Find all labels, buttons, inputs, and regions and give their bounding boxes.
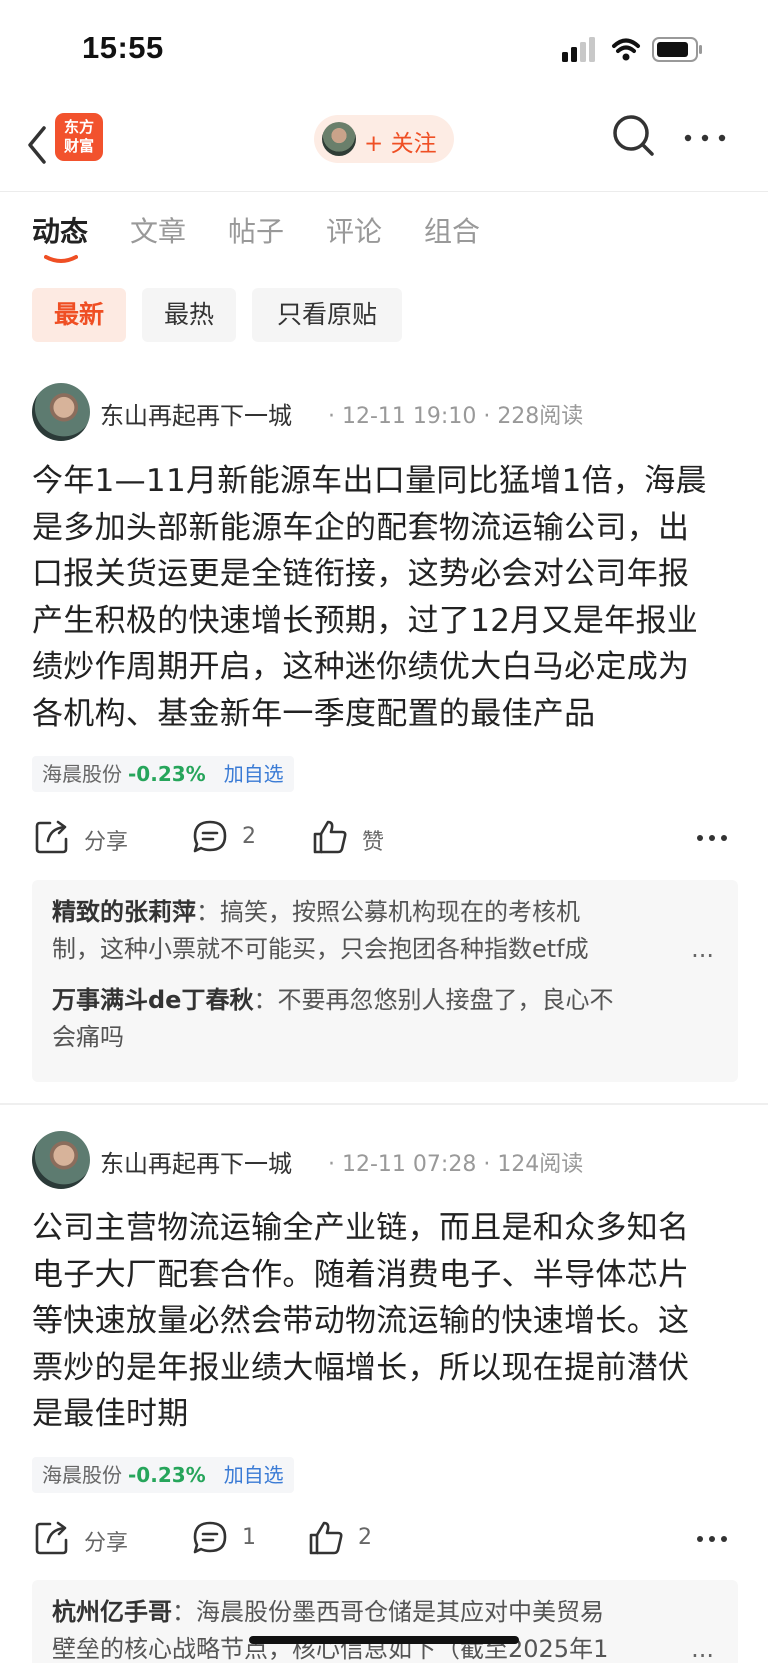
content-line: 电子大厂配套合作。随着消费电子、半导体芯片	[32, 1256, 690, 1293]
logo-text-1: 东方	[63, 118, 94, 136]
comment-preview[interactable]: 杭州亿手哥：海晨股份墨西哥仓储是其应对中美贸易 壁垒的核心战略节点，核心信息如下…	[32, 1580, 738, 1663]
tab-articles[interactable]: 文章	[130, 210, 186, 250]
like-button[interactable]: 赞	[312, 814, 412, 862]
post-actions: 分享 1 2	[32, 1515, 738, 1563]
content-line: 是最佳时期	[32, 1396, 189, 1432]
thumbs-up-icon	[309, 1521, 343, 1555]
signal-wifi-battery-icon	[562, 37, 702, 62]
post-reads: 124阅读	[497, 1152, 584, 1177]
comment-more: ...	[691, 935, 714, 963]
stock-name: 海晨股份	[42, 1463, 122, 1487]
follow-button[interactable]: + 关注	[314, 115, 454, 163]
post-divider	[0, 1103, 768, 1105]
comment-text-line2: 制，这种小票就不可能买，只会抱团各种指数etf成	[52, 935, 589, 963]
active-tab-indicator	[44, 255, 78, 263]
comment-item[interactable]: 精致的张莉萍：搞笑，按照公募机构现在的考核机 制，这种小票就不可能买，只会抱团各…	[52, 894, 718, 968]
more-button[interactable]	[680, 112, 730, 160]
filter-original-only[interactable]: 只看原贴	[252, 288, 402, 342]
more-dots-icon[interactable]	[694, 1519, 730, 1555]
content-line: 是多加头部新能源车企的配套物流运输公司，出	[32, 509, 690, 546]
comment-author[interactable]: 万事满斗de丁春秋	[52, 986, 253, 1014]
post-author[interactable]: 东山再起再下一城	[100, 1144, 292, 1179]
post-meta: · 12-11 19:10 · 228阅读	[328, 404, 584, 429]
filter-hot[interactable]: 最热	[142, 288, 236, 342]
share-button[interactable]: 分享	[34, 1515, 164, 1563]
comment-button[interactable]: 2	[192, 814, 292, 862]
stock-name: 海晨股份	[42, 762, 122, 786]
post-content[interactable]: 公司主营物流运输全产业链，而且是和众多知名 电子大厂配套合作。随着消费电子、半导…	[32, 1205, 738, 1438]
share-button[interactable]: 分享	[34, 814, 164, 862]
comment-text: ：海晨股份墨西哥仓储是其应对中美贸易	[172, 1598, 604, 1626]
stock-change: -0.23%	[128, 762, 206, 786]
share-icon	[35, 1521, 68, 1555]
comment-more: ...	[691, 1635, 714, 1663]
post-reads: 228阅读	[497, 404, 584, 429]
post-content[interactable]: 今年1—11月新能源车出口量同比猛增1倍，海晨 是多加头部新能源车企的配套物流运…	[32, 458, 738, 737]
more-dots-icon	[684, 134, 726, 142]
comment-icon	[193, 820, 227, 853]
avatar[interactable]	[32, 1131, 90, 1189]
content-line: 产生积极的快速增长预期，过了12月又是年报业	[32, 602, 699, 639]
comment-text: ：不要再忽悠别人接盘了，良心不	[253, 986, 614, 1014]
content-line: 公司主营物流运输全产业链，而且是和众多知名	[32, 1210, 690, 1246]
stock-tag[interactable]: 海晨股份 -0.23% 加自选	[32, 1457, 294, 1493]
comment-author[interactable]: 精致的张莉萍	[52, 898, 196, 926]
comment-preview[interactable]: 精致的张莉萍：搞笑，按照公募机构现在的考核机 制，这种小票就不可能买，只会抱团各…	[32, 880, 738, 1082]
status-time: 15:55	[82, 30, 164, 65]
share-label: 分享	[84, 830, 129, 855]
eastmoney-logo[interactable]: 东方 财富	[55, 113, 103, 161]
post-time: 12-11 07:28	[342, 1152, 477, 1177]
post-time: 12-11 19:10	[342, 404, 477, 429]
content-line: 口报关货运更是全链衔接，这势必会对公司年报	[32, 556, 690, 592]
stock-change: -0.23%	[128, 1463, 206, 1487]
status-icons	[560, 36, 720, 66]
avatar[interactable]	[32, 383, 90, 441]
back-button[interactable]	[18, 118, 58, 168]
nav-bar: 东方 财富 + 关注	[0, 100, 768, 192]
logo-text-2: 财富	[63, 137, 94, 155]
like-count: 2	[358, 1525, 372, 1550]
tab-portfolio[interactable]: 组合	[424, 210, 480, 250]
stock-tag[interactable]: 海晨股份 -0.23% 加自选	[32, 756, 294, 792]
home-indicator	[249, 1636, 519, 1644]
like-button[interactable]: 2	[308, 1515, 408, 1563]
tab-dynamic[interactable]: 动态	[32, 210, 88, 250]
comment-item[interactable]: 杭州亿手哥：海晨股份墨西哥仓储是其应对中美贸易 壁垒的核心战略节点，核心信息如下…	[52, 1594, 718, 1663]
share-icon	[35, 820, 68, 854]
thumbs-up-icon	[313, 820, 347, 854]
tab-posts[interactable]: 帖子	[228, 210, 284, 250]
search-button[interactable]	[610, 112, 658, 160]
status-bar: 15:55	[0, 0, 768, 100]
content-line: 今年1—11月新能源车出口量同比猛增1倍，海晨	[32, 463, 707, 499]
comment-text-line2: 会痛吗	[52, 1023, 124, 1051]
add-watchlist-link[interactable]: 加自选	[224, 1463, 284, 1487]
content-line: 各机构、基金新年一季度配置的最佳产品	[32, 695, 596, 732]
content-line: 票炒的是年报业绩大幅增长，所以现在提前潜伏	[32, 1349, 690, 1386]
comment-count: 1	[242, 1525, 256, 1550]
comment-text: ：搞笑，按照公募机构现在的考核机	[196, 898, 580, 926]
add-watchlist-link[interactable]: 加自选	[224, 762, 284, 786]
follow-label: + 关注	[364, 131, 437, 157]
comment-author[interactable]: 杭州亿手哥	[52, 1598, 172, 1626]
post-meta: · 12-11 07:28 · 124阅读	[328, 1152, 584, 1177]
profile-tabs: 动态 文章 帖子 评论 组合	[32, 208, 732, 268]
content-line: 等快速放量必然会带动物流运输的快速增长。这	[32, 1303, 690, 1339]
comment-item[interactable]: 万事满斗de丁春秋：不要再忽悠别人接盘了，良心不 会痛吗	[52, 982, 718, 1056]
comment-count: 2	[242, 824, 256, 849]
like-label: 赞	[362, 830, 385, 855]
tab-comments[interactable]: 评论	[326, 210, 382, 250]
chevron-left-icon	[28, 126, 46, 164]
content-line: 绩炒作周期开启，这种迷你绩优大白马必定成为	[32, 649, 690, 685]
comment-icon	[193, 1521, 227, 1554]
avatar	[322, 122, 356, 156]
post-author[interactable]: 东山再起再下一城	[100, 396, 292, 431]
post-actions: 分享 2 赞	[32, 814, 738, 862]
comment-button[interactable]: 1	[192, 1515, 292, 1563]
more-dots-icon[interactable]	[694, 818, 730, 854]
search-icon	[613, 115, 654, 156]
share-label: 分享	[84, 1531, 129, 1556]
filter-latest[interactable]: 最新	[32, 288, 126, 342]
filter-chips: 最新 最热 只看原贴	[32, 288, 732, 344]
